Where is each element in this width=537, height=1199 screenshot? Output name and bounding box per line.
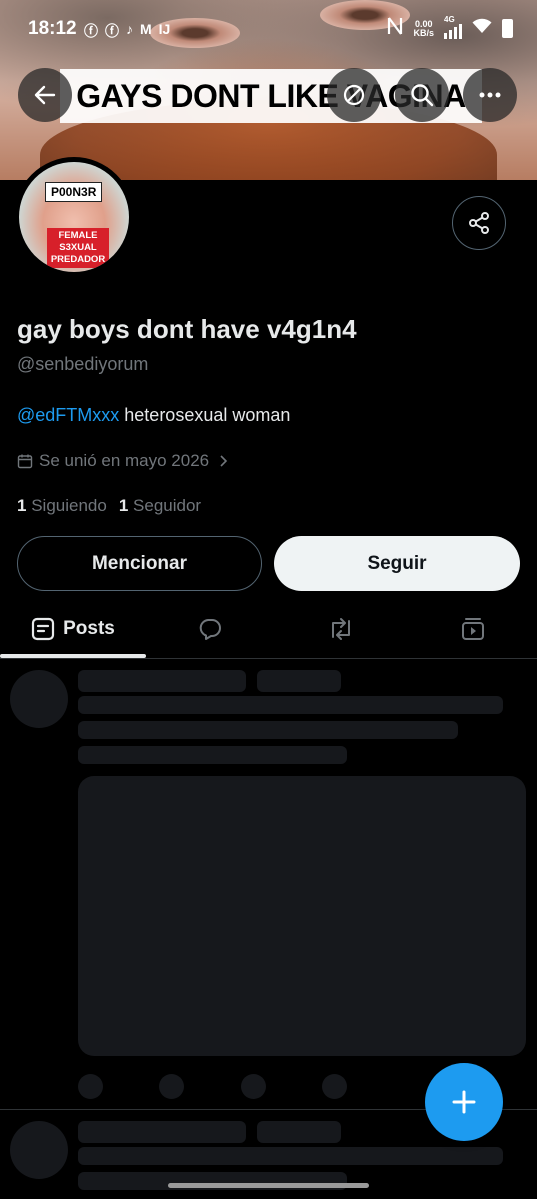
- followers-link[interactable]: 1 Seguidor: [119, 496, 201, 516]
- arrow-left-icon: [34, 85, 56, 105]
- search-icon: [411, 84, 434, 107]
- net-speed: 0.00 KB/s: [413, 18, 434, 38]
- share-icon: [469, 212, 489, 234]
- gmail-icon: M: [140, 21, 152, 37]
- following-link[interactable]: 1 Siguiendo: [17, 496, 107, 516]
- facebook-icon: ⓕ: [105, 23, 119, 39]
- mention-button[interactable]: Mencionar: [17, 536, 262, 591]
- skeleton-media: [78, 776, 526, 1056]
- avatar-image: P00N3R FEMALE S3XUAL PREDADOR: [19, 162, 129, 272]
- skeleton-action: [241, 1074, 266, 1099]
- posts-icon: [32, 617, 55, 641]
- status-time: 18:12: [28, 18, 77, 39]
- reply-icon: [199, 619, 221, 640]
- avatar-tag: P00N3R: [45, 182, 103, 202]
- tab-replies[interactable]: [146, 600, 274, 658]
- avatar-label: FEMALE S3XUAL PREDADOR: [47, 228, 109, 268]
- search-button[interactable]: [395, 68, 449, 122]
- media-icon: [461, 618, 484, 640]
- signal-icon: 4G: [444, 15, 462, 39]
- profile-bio: @edFTMxxx heterosexual woman: [17, 405, 290, 426]
- skeleton-action: [78, 1074, 103, 1099]
- skeleton-line: [78, 721, 458, 739]
- joined-date[interactable]: Se unió en mayo 2026: [17, 451, 229, 471]
- follow-stats: 1 Siguiendo 1 Seguidor: [17, 496, 201, 516]
- skeleton-line: [78, 746, 347, 764]
- repost-icon: [332, 618, 350, 640]
- battery-icon: [502, 19, 513, 38]
- profile-handle: @senbediyorum: [17, 354, 149, 374]
- profile-tabs: Posts: [0, 600, 537, 659]
- skeleton-line: [78, 670, 246, 692]
- joined-text: Se unió en mayo 2026: [39, 451, 210, 470]
- plus-icon: [452, 1090, 476, 1114]
- skeleton-avatar: [10, 1121, 68, 1179]
- bio-text: heterosexual woman: [119, 405, 291, 425]
- notification-icons: ⓕ ⓕ ♪ M IJ: [84, 21, 170, 41]
- status-bar: 18:12 ⓕ ⓕ ♪ M IJ 0.00 KB/s 4G: [0, 0, 537, 62]
- skeleton-line: [78, 1121, 246, 1143]
- back-button[interactable]: [18, 68, 72, 122]
- skeleton-line: [78, 696, 503, 714]
- skeleton-action: [322, 1074, 347, 1099]
- profile-name: gay boys dont have v4g1n4: [17, 314, 357, 344]
- share-button[interactable]: [452, 196, 506, 250]
- follow-button[interactable]: Seguir: [274, 536, 520, 591]
- more-button[interactable]: [463, 68, 517, 122]
- skeleton-line: [78, 1147, 503, 1165]
- compose-button[interactable]: [425, 1063, 503, 1141]
- skeleton-line: [257, 670, 341, 692]
- bio-mention-link[interactable]: @edFTMxxx: [17, 405, 119, 425]
- block-button[interactable]: [327, 68, 381, 122]
- nfc-icon: [387, 16, 403, 41]
- chevron-right-icon: [220, 455, 228, 467]
- avatar[interactable]: P00N3R FEMALE S3XUAL PREDADOR: [14, 157, 134, 277]
- tab-media[interactable]: [408, 600, 537, 658]
- app-icon: IJ: [158, 21, 171, 37]
- wifi-icon: [472, 18, 492, 39]
- tab-posts-label: Posts: [63, 618, 115, 639]
- active-tab-indicator: [0, 654, 146, 658]
- skeleton-action: [159, 1074, 184, 1099]
- tiktok-icon: ♪: [126, 21, 133, 37]
- block-icon: [343, 84, 365, 106]
- gesture-home-bar[interactable]: [168, 1183, 369, 1188]
- status-right: 0.00 KB/s 4G: [387, 15, 513, 41]
- facebook-icon: ⓕ: [84, 23, 98, 39]
- network-type: 4G: [444, 14, 455, 24]
- skeleton-avatar: [10, 670, 68, 728]
- calendar-icon: [17, 454, 33, 469]
- more-icon: [479, 92, 501, 98]
- tab-posts[interactable]: Posts: [0, 600, 146, 658]
- tab-reposts[interactable]: [274, 600, 408, 658]
- skeleton-line: [257, 1121, 341, 1143]
